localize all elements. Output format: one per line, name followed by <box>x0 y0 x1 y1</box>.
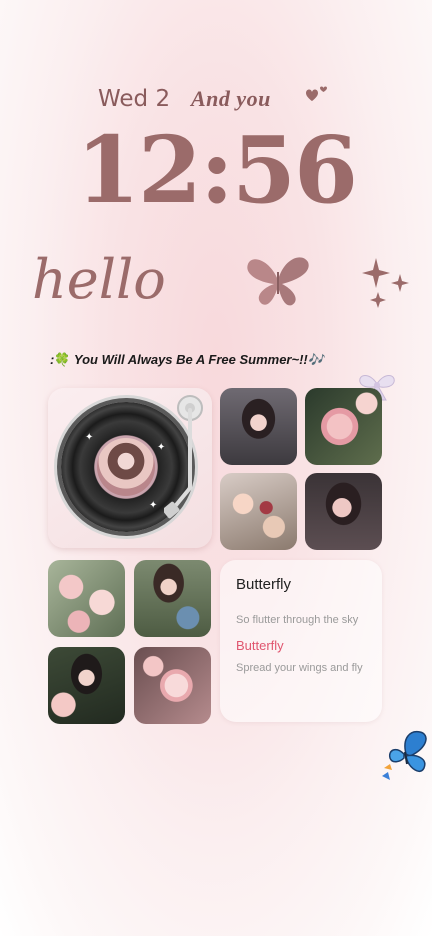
photo-portrait-1[interactable] <box>220 388 297 465</box>
star-icon: ✦ <box>85 432 94 443</box>
date-row: Wed 2 And you <box>0 84 432 118</box>
clock-time: 12:56 <box>75 116 358 224</box>
song-title: Butterfly <box>236 576 292 593</box>
lyrics-widget[interactable]: Butterfly So flutter through the sky But… <box>220 560 382 722</box>
svg-text:hello: hello <box>32 248 166 311</box>
clover-icon: 🍀 <box>54 352 71 367</box>
star-icon: ✦ <box>149 500 158 511</box>
photo-portrait-3[interactable] <box>134 560 211 637</box>
photo-bouquet[interactable] <box>220 473 297 550</box>
lyric-line: Spread your wings and fly <box>236 662 363 674</box>
photo-roses-1[interactable] <box>305 388 382 465</box>
caption-text: You Will Always Be A Free Summer~!! <box>73 352 308 367</box>
blue-butterfly-icon <box>382 730 427 780</box>
heart-icon <box>306 86 327 101</box>
tonearm-icon <box>164 395 203 519</box>
lyric-line-current: Butterfly <box>236 638 284 653</box>
hello-script: hello <box>32 248 166 311</box>
lyric-line: So flutter through the sky <box>236 614 359 626</box>
photo-blossom[interactable] <box>134 647 211 724</box>
widget-caption: :🍀 You Will Always Be A Free Summer~!!🎶 <box>50 352 324 368</box>
music-player-widget[interactable]: ✦ ✦ ✦ <box>48 388 212 548</box>
album-cover <box>97 438 155 496</box>
photo-portrait-4[interactable] <box>48 647 125 724</box>
tagline: And you <box>191 86 271 111</box>
photo-portrait-2[interactable] <box>305 473 382 550</box>
music-notes-icon: 🎶 <box>307 352 324 367</box>
sparkle-icon <box>362 258 409 308</box>
butterfly-icon <box>247 257 309 306</box>
date-label: Wed 2 <box>98 86 171 112</box>
photo-pink-roses[interactable] <box>48 560 125 637</box>
